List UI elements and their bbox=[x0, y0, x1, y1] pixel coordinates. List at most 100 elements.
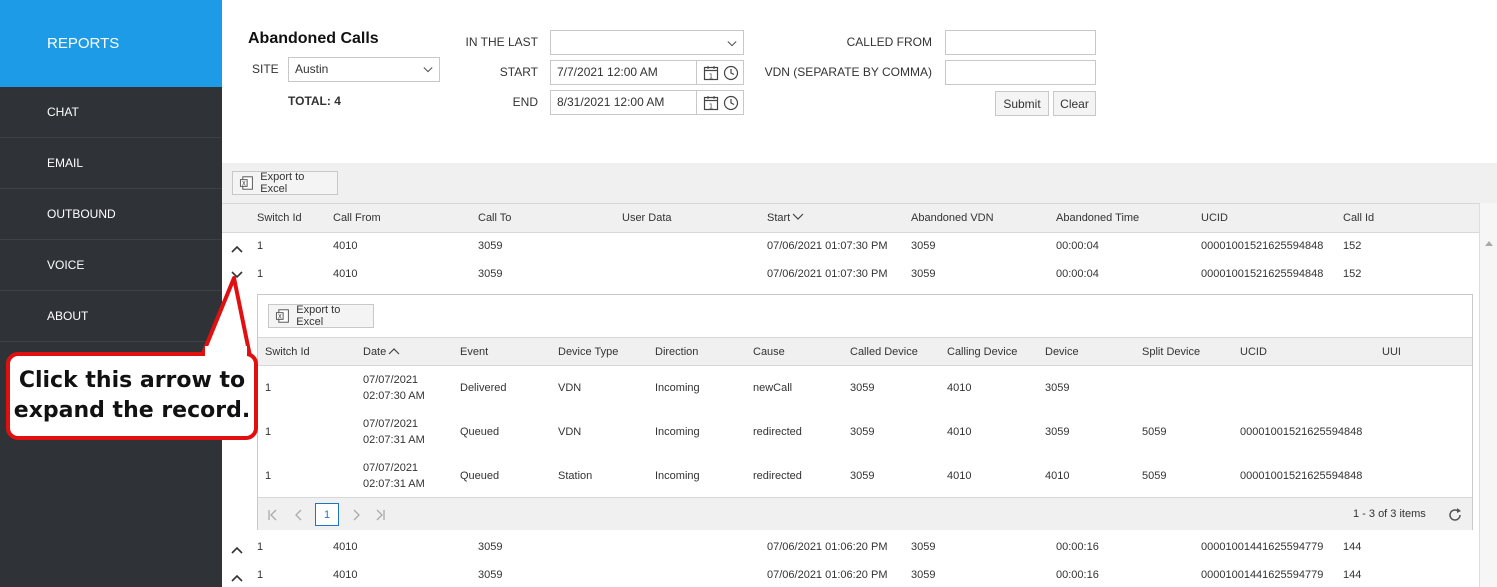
dcol-device-type[interactable]: Device Type bbox=[558, 346, 618, 358]
filter-panel: Abandoned Calls SITE Austin TOTAL: 4 IN … bbox=[222, 0, 1497, 163]
items-info: 1 - 3 of 3 items bbox=[1353, 508, 1426, 520]
sidebar-item-email[interactable]: EMAIL bbox=[0, 138, 222, 189]
in-the-last-select[interactable] bbox=[550, 30, 744, 55]
start-date-input[interactable]: 7/7/2021 12:00 AM bbox=[550, 60, 697, 85]
collapse-arrow-icon[interactable] bbox=[231, 546, 243, 554]
dcell-event: Queued bbox=[460, 426, 500, 438]
table-row[interactable]: 1 4010 3059 07/06/2021 01:07:30 PM 3059 … bbox=[222, 233, 1479, 261]
export-label: Export to Excel bbox=[260, 171, 305, 195]
dcell-switch-id: 1 bbox=[265, 382, 272, 394]
dcol-split-device[interactable]: Split Device bbox=[1142, 346, 1200, 358]
site-select-value: Austin bbox=[295, 62, 329, 76]
site-label: SITE bbox=[252, 62, 279, 76]
submit-button[interactable]: Submit bbox=[995, 91, 1049, 116]
sidebar-item-about[interactable]: ABOUT bbox=[0, 291, 222, 342]
called-from-input[interactable] bbox=[945, 30, 1096, 55]
dcol-date[interactable]: Date bbox=[363, 346, 400, 358]
cell-call-id: 152 bbox=[1343, 268, 1362, 280]
dcell-switch-id: 1 bbox=[265, 426, 272, 438]
sidebar-item-chat[interactable]: CHAT bbox=[0, 87, 222, 138]
cell-ucid: 00001001521625594848 bbox=[1201, 268, 1324, 280]
clock-icon[interactable] bbox=[723, 95, 739, 111]
sidebar-item-outbound[interactable]: OUTBOUND bbox=[0, 189, 222, 240]
col-user-data[interactable]: User Data bbox=[622, 212, 672, 224]
cell-ucid: 00001001441625594779 bbox=[1201, 569, 1324, 581]
refresh-icon[interactable] bbox=[1447, 507, 1463, 523]
dcell-device: 3059 bbox=[1045, 426, 1070, 438]
page-number-button[interactable]: 1 bbox=[315, 503, 339, 526]
dcell-date: 07/07/2021 bbox=[363, 374, 419, 386]
scroll-up-icon[interactable] bbox=[1484, 239, 1494, 247]
dcell-cause: redirected bbox=[753, 426, 802, 438]
dcell-cause: newCall bbox=[753, 382, 793, 394]
sidebar-item-voice[interactable]: VOICE bbox=[0, 240, 222, 291]
col-call-to[interactable]: Call To bbox=[478, 212, 511, 224]
collapse-arrow-icon[interactable] bbox=[231, 574, 243, 582]
dcol-direction[interactable]: Direction bbox=[655, 346, 698, 358]
sidebar: REPORTS CHAT EMAIL OUTBOUND VOICE ABOUT bbox=[0, 0, 222, 587]
detail-export-to-excel-button[interactable]: X Export to Excel bbox=[268, 304, 374, 328]
col-abandoned-vdn[interactable]: Abandoned VDN bbox=[911, 212, 994, 224]
calendar-icon[interactable]: 1 bbox=[703, 65, 719, 81]
dcol-called-device[interactable]: Called Device bbox=[850, 346, 918, 358]
cell-abandoned-time: 00:00:16 bbox=[1056, 569, 1099, 581]
dcol-event[interactable]: Event bbox=[460, 346, 488, 358]
calendar-icon[interactable]: 1 bbox=[703, 95, 719, 111]
last-page-icon[interactable] bbox=[373, 508, 387, 522]
prev-page-icon[interactable] bbox=[292, 508, 306, 522]
cell-abandoned-time: 00:00:04 bbox=[1056, 240, 1099, 252]
table-row[interactable]: 1 4010 3059 07/06/2021 01:07:30 PM 3059 … bbox=[222, 261, 1479, 289]
export-to-excel-button[interactable]: X Export to Excel bbox=[232, 171, 338, 195]
col-call-id[interactable]: Call Id bbox=[1343, 212, 1374, 224]
dcell-direction: Incoming bbox=[655, 426, 700, 438]
cell-abandoned-vdn: 3059 bbox=[911, 268, 936, 280]
dcol-device[interactable]: Device bbox=[1045, 346, 1079, 358]
dcell-device-type: Station bbox=[558, 470, 593, 482]
cell-switch-id: 1 bbox=[257, 240, 264, 252]
col-switch-id[interactable]: Switch Id bbox=[257, 212, 302, 224]
dcell-date: 07/07/2021 bbox=[363, 418, 419, 430]
detail-row[interactable]: 1 07/07/2021 02:07:31 AM Queued VDN Inco… bbox=[258, 410, 1472, 454]
sidebar-brand-reports[interactable]: REPORTS bbox=[0, 0, 222, 87]
col-abandoned-time[interactable]: Abandoned Time bbox=[1056, 212, 1139, 224]
total-count: TOTAL: 4 bbox=[288, 94, 341, 108]
dcol-cause[interactable]: Cause bbox=[753, 346, 785, 358]
clear-button[interactable]: Clear bbox=[1053, 91, 1096, 116]
site-select[interactable]: Austin bbox=[288, 57, 440, 82]
detail-row[interactable]: 1 07/07/2021 02:07:31 AM Queued Station … bbox=[258, 454, 1472, 498]
clock-icon[interactable] bbox=[723, 65, 739, 81]
vdn-input[interactable] bbox=[945, 60, 1096, 85]
dcell-event: Queued bbox=[460, 470, 500, 482]
first-page-icon[interactable] bbox=[266, 508, 280, 522]
end-picker-buttons: 1 bbox=[696, 90, 744, 115]
dcell-switch-id: 1 bbox=[265, 470, 272, 482]
excel-icon: X bbox=[239, 176, 253, 190]
vertical-scrollbar[interactable] bbox=[1479, 203, 1497, 587]
end-date-input[interactable]: 8/31/2021 12:00 AM bbox=[550, 90, 697, 115]
next-page-icon[interactable] bbox=[349, 508, 363, 522]
dcell-called-device: 3059 bbox=[850, 426, 875, 438]
col-ucid[interactable]: UCID bbox=[1201, 212, 1228, 224]
collapse-arrow-icon[interactable] bbox=[231, 245, 243, 253]
dcol-uui[interactable]: UUI bbox=[1382, 346, 1401, 358]
table-row[interactable]: 1 4010 3059 07/06/2021 01:06:20 PM 3059 … bbox=[222, 534, 1479, 562]
end-label: END bbox=[512, 95, 538, 109]
table-row[interactable]: 1 4010 3059 07/06/2021 01:06:20 PM 3059 … bbox=[222, 562, 1479, 587]
cell-call-to: 3059 bbox=[478, 240, 503, 252]
cell-call-id: 152 bbox=[1343, 240, 1362, 252]
cell-abandoned-time: 00:00:04 bbox=[1056, 268, 1099, 280]
dcell-calling-device: 4010 bbox=[947, 470, 972, 482]
cell-start: 07/06/2021 01:06:20 PM bbox=[767, 569, 888, 581]
callout-line-2: expand the record. bbox=[13, 398, 251, 423]
cell-abandoned-vdn: 3059 bbox=[911, 569, 936, 581]
col-call-from[interactable]: Call From bbox=[333, 212, 381, 224]
dcol-calling-device[interactable]: Calling Device bbox=[947, 346, 1017, 358]
detail-row[interactable]: 1 07/07/2021 02:07:30 AM Delivered VDN I… bbox=[258, 366, 1472, 410]
dcol-switch-id[interactable]: Switch Id bbox=[265, 346, 310, 358]
dcol-ucid[interactable]: UCID bbox=[1240, 346, 1267, 358]
pager: 1 1 - 3 of 3 items bbox=[258, 497, 1472, 530]
dcell-split-device: 5059 bbox=[1142, 470, 1167, 482]
col-start[interactable]: Start bbox=[767, 212, 804, 224]
vdn-label: VDN (SEPARATE BY COMMA) bbox=[764, 65, 932, 79]
dcell-device-type: VDN bbox=[558, 426, 582, 438]
